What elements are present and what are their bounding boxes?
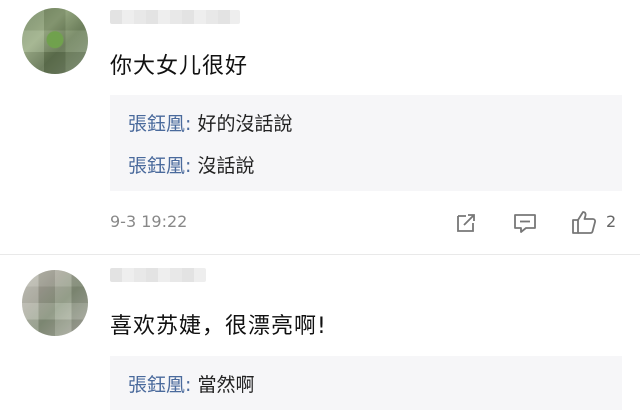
reply-separator: : xyxy=(185,374,198,396)
reply-author[interactable]: 張鈺凰 xyxy=(128,374,185,396)
thumbs-up-icon[interactable] xyxy=(570,208,598,236)
reply-item[interactable]: 張鈺凰: 好的沒話說 xyxy=(128,109,292,136)
comments-page: 你大女儿很好 張鈺凰: 好的沒話說 張鈺凰: 沒話說 9-3 19:22 2 喜… xyxy=(0,0,640,410)
comment-icon[interactable] xyxy=(512,210,538,236)
share-icon[interactable] xyxy=(453,210,479,236)
comment-timestamp: 9-3 19:22 xyxy=(110,212,188,231)
like-count: 2 xyxy=(606,212,617,231)
reply-text: 當然啊 xyxy=(197,374,255,396)
username-blurred xyxy=(110,10,240,24)
reply-separator: : xyxy=(185,155,198,177)
reply-item[interactable]: 張鈺凰: 沒話說 xyxy=(128,151,254,178)
reply-box: 張鈺凰: 當然啊 xyxy=(110,356,622,410)
comment-text: 你大女儿很好 xyxy=(110,54,249,79)
username-blurred xyxy=(110,268,206,282)
comment-text: 喜欢苏婕，很漂亮啊! xyxy=(110,314,327,339)
reply-item[interactable]: 張鈺凰: 當然啊 xyxy=(128,370,254,397)
reply-author[interactable]: 張鈺凰 xyxy=(128,155,185,177)
divider xyxy=(0,254,640,255)
reply-box: 張鈺凰: 好的沒話說 張鈺凰: 沒話說 xyxy=(110,95,622,191)
avatar[interactable] xyxy=(22,8,88,74)
reply-text: 沒話說 xyxy=(197,155,255,177)
reply-author[interactable]: 張鈺凰 xyxy=(128,113,185,135)
reply-text: 好的沒話說 xyxy=(197,113,293,135)
avatar[interactable] xyxy=(22,270,88,336)
reply-separator: : xyxy=(185,113,198,135)
